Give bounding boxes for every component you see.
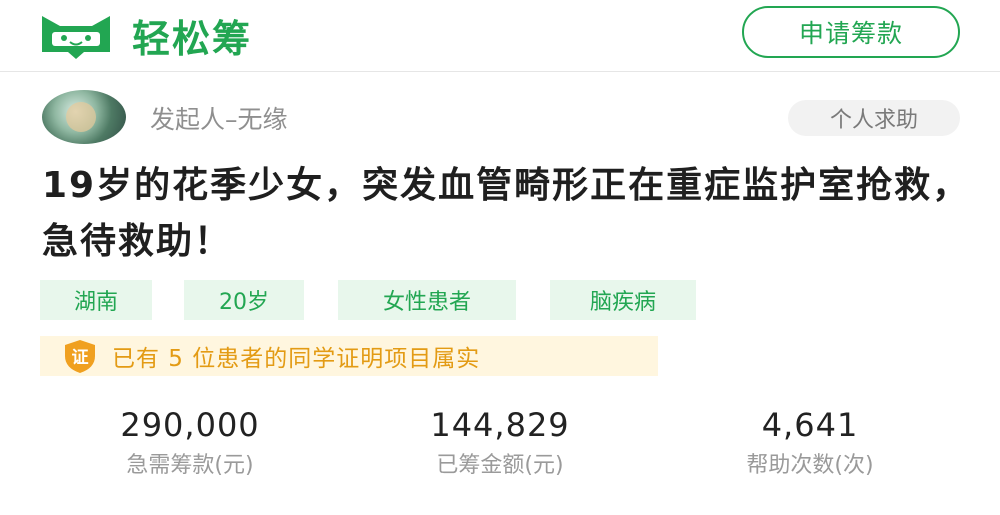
avatar-image [66, 102, 96, 132]
verification-bar[interactable]: 证 已有 5 位患者的同学证明项目属实 [40, 336, 658, 376]
avatar[interactable] [42, 90, 126, 144]
stat-value: 144,829 [430, 406, 570, 444]
logo-text: 轻松筹 [132, 17, 253, 61]
stat-help-count: 4,641 帮助次数(次) [680, 402, 940, 482]
stat-value: 4,641 [761, 406, 859, 444]
verification-text: 已有 5 位患者的同学证明项目属实 [112, 346, 481, 372]
tag-location: 湖南 [40, 280, 152, 320]
initiator-name[interactable]: 发起人–无缘 [150, 100, 288, 136]
logo[interactable]: 轻松筹 [38, 8, 252, 63]
tag-gender: 女性患者 [338, 280, 516, 320]
tag-age: 20岁 [184, 280, 304, 320]
tag-disease: 脑疾病 [550, 280, 696, 320]
stat-label: 已筹金额(元) [436, 453, 564, 478]
apply-fundraising-button[interactable]: 申请筹款 [742, 6, 960, 58]
shield-icon: 证 [60, 336, 100, 376]
stat-raised-amount: 144,829 已筹金额(元) [370, 402, 630, 482]
campaign-title: 19岁的花季少女，突发血管畸形正在重症监护室抢救，急待救助！ [42, 165, 971, 262]
stat-label: 帮助次数(次) [746, 453, 874, 478]
stat-label: 急需筹款(元) [126, 453, 254, 478]
stat-target-amount: 290,000 急需筹款(元) [60, 402, 320, 482]
verification-badge-text: 证 [72, 348, 89, 368]
stat-value: 290,000 [120, 406, 260, 444]
cat-face-icon [42, 15, 110, 59]
category-badge: 个人求助 [788, 100, 960, 136]
top-header: 轻松筹 申请筹款 [0, 0, 1000, 72]
